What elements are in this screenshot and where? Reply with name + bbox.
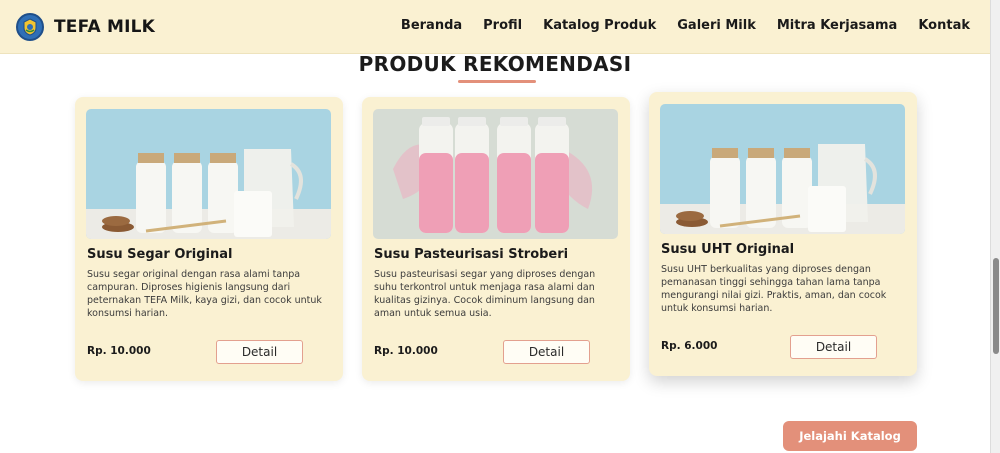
nav-profil[interactable]: Profil [483,18,522,33]
nav-kontak[interactable]: Kontak [918,18,970,33]
product-price: Rp. 6.000 [661,340,718,352]
product-card-susu-uht: Susu UHT Original Susu UHT berkualitas y… [649,92,917,376]
product-title: Susu Segar Original [87,247,233,262]
brand[interactable]: TEFA MILK [16,13,155,41]
detail-button[interactable]: Detail [790,335,877,359]
navbar: TEFA MILK Beranda Profil Katalog Produk … [0,0,990,54]
brand-name: TEFA MILK [54,17,155,37]
nav-mitra-kerjasama[interactable]: Mitra Kerjasama [777,18,897,33]
milk-bottles-image [86,109,331,239]
scrollbar-thumb[interactable] [993,258,999,354]
detail-button[interactable]: Detail [216,340,303,364]
product-card-susu-stroberi: Susu Pasteurisasi Stroberi Susu pasteuri… [362,97,630,381]
product-title: Susu UHT Original [661,242,795,257]
product-price: Rp. 10.000 [87,345,151,357]
product-title: Susu Pasteurisasi Stroberi [374,247,569,262]
product-price: Rp. 10.000 [374,345,438,357]
product-description: Susu segar original dengan rasa alami ta… [87,269,322,319]
strawberry-milk-bottles-image [373,109,618,239]
detail-button[interactable]: Detail [503,340,590,364]
product-description: Susu UHT berkualitas yang diproses denga… [661,264,887,314]
nav-galeri-milk[interactable]: Galeri Milk [677,18,756,33]
page-scrollbar[interactable] [990,0,1000,453]
nav-links: Beranda Profil Katalog Produk Galeri Mil… [380,18,970,33]
title-underline [458,80,536,83]
school-emblem-icon [16,13,44,41]
milk-bottles-image [660,104,905,234]
explore-catalog-button[interactable]: Jelajahi Katalog [783,421,917,451]
nav-katalog-produk[interactable]: Katalog Produk [543,18,656,33]
nav-beranda[interactable]: Beranda [401,18,462,33]
product-description: Susu pasteurisasi segar yang diproses de… [374,269,596,319]
product-card-susu-segar: Susu Segar Original Susu segar original … [75,97,343,381]
section-title: PRODUK REKOMENDASI [358,52,632,76]
